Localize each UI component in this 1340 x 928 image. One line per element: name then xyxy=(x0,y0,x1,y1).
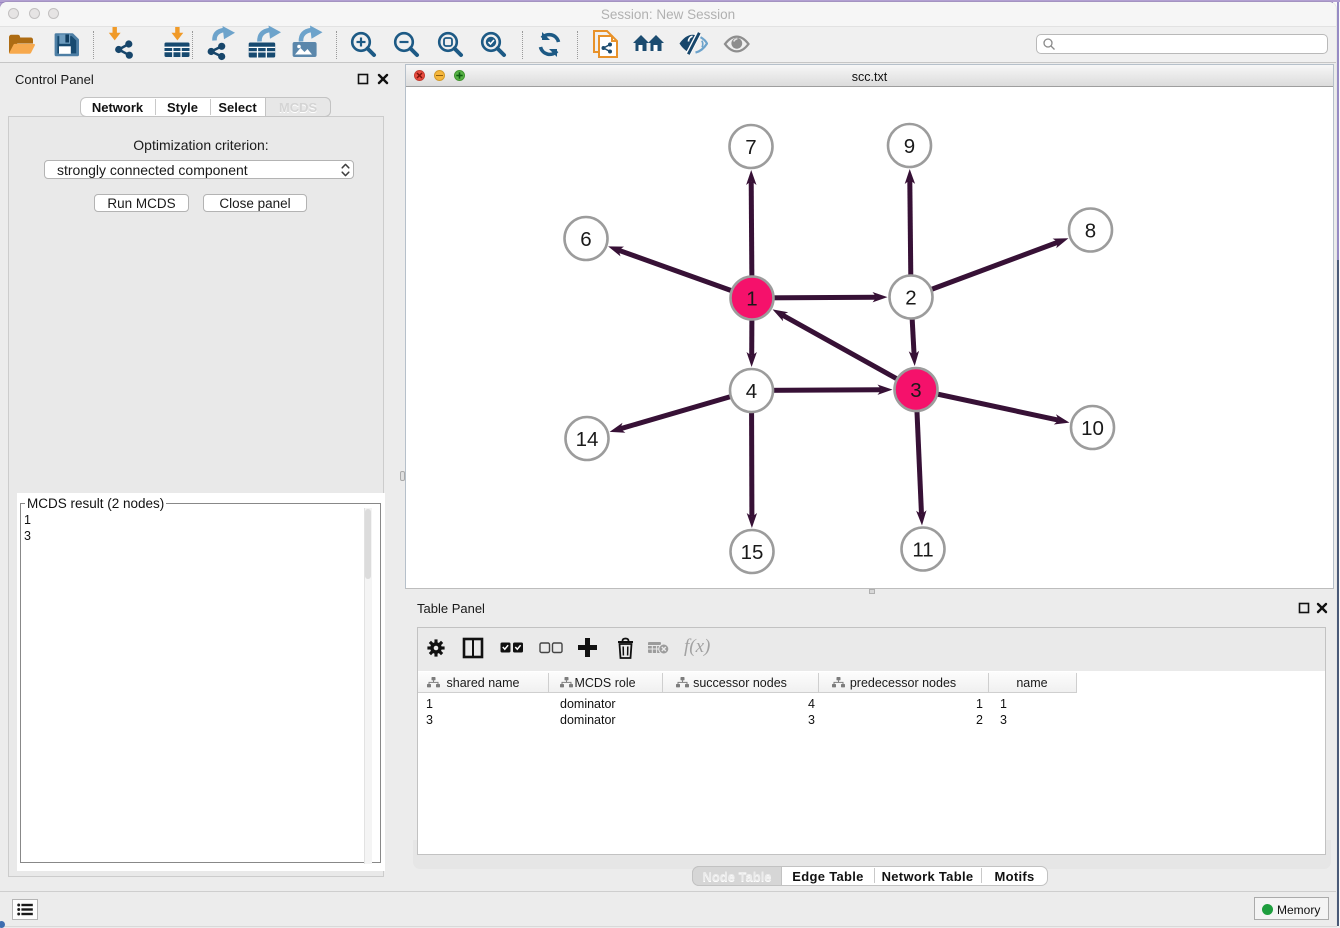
svg-text:15: 15 xyxy=(741,541,764,564)
svg-text:9: 9 xyxy=(904,135,915,158)
svg-text:6: 6 xyxy=(580,228,591,251)
svg-text:8: 8 xyxy=(1085,220,1096,243)
svg-text:14: 14 xyxy=(576,428,599,451)
svg-text:3: 3 xyxy=(910,379,921,402)
svg-text:10: 10 xyxy=(1081,417,1104,440)
svg-text:4: 4 xyxy=(746,380,757,403)
svg-text:2: 2 xyxy=(905,287,916,310)
svg-text:7: 7 xyxy=(745,136,756,159)
svg-text:11: 11 xyxy=(912,539,933,562)
svg-text:1: 1 xyxy=(746,288,757,311)
